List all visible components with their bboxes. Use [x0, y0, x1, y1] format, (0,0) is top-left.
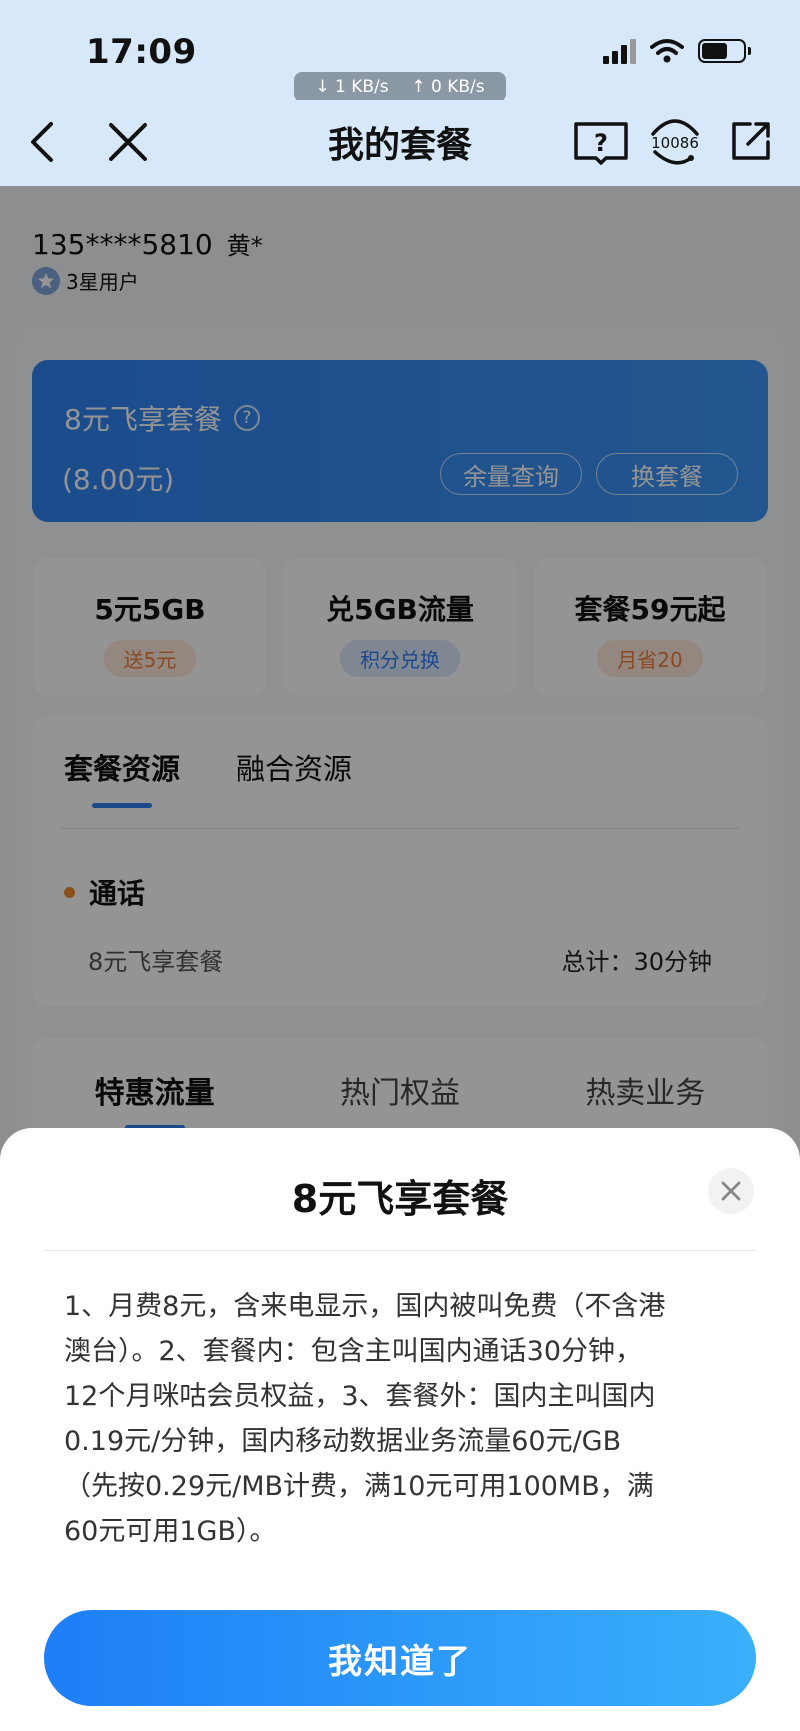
divider	[44, 1250, 756, 1251]
status-icons	[603, 38, 751, 64]
service-number: 10086	[651, 134, 699, 152]
network-speed-indicator: ↓ 1 KB/s ↑ 0 KB/s	[294, 72, 506, 102]
download-speed: ↓ 1 KB/s	[315, 77, 389, 97]
svg-text:?: ?	[594, 129, 608, 157]
help-button[interactable]: ?	[570, 114, 632, 170]
share-button[interactable]	[722, 114, 778, 170]
battery-icon	[698, 39, 751, 63]
share-icon	[732, 122, 770, 160]
wifi-icon	[650, 39, 684, 63]
description-line: 60元可用1GB）。	[64, 1516, 277, 1547]
description-line: 12个月咪咕会员权益，3、套餐外：国内主叫国内	[64, 1381, 656, 1412]
status-time: 17:09	[86, 32, 197, 72]
close-icon	[721, 1181, 741, 1201]
help-book-icon: ?	[574, 122, 628, 165]
plan-detail-sheet: 8元飞享套餐 1、月费8元，含来电显示，国内被叫免费（不含港 澳台）。2、套餐内…	[0, 1128, 800, 1731]
description-line: 澳台）。2、套餐内：包含主叫国内通话30分钟，	[64, 1336, 643, 1367]
nav-bar: 我的套餐 ? 10086	[0, 100, 800, 186]
customer-service-button[interactable]: 10086	[644, 114, 706, 170]
signal-icon	[603, 38, 636, 64]
confirm-button[interactable]: 我知道了	[44, 1610, 756, 1706]
description-line: 0.19元/分钟，国内移动数据业务流量60元/GB	[64, 1426, 622, 1457]
description-line: 1、月费8元，含来电显示，国内被叫免费（不含港	[64, 1291, 666, 1322]
plan-description: 1、月费8元，含来电显示，国内被叫免费（不含港 澳台）。2、套餐内：包含主叫国内…	[64, 1284, 736, 1554]
status-bar: 17:09 ↓ 1 KB/s ↑ 0 KB/s	[0, 0, 800, 102]
sheet-title: 8元飞享套餐	[291, 1177, 509, 1221]
sheet-close-button[interactable]	[708, 1168, 754, 1214]
description-line: （先按0.29元/MB计费，满10元可用100MB，满	[64, 1471, 654, 1502]
customer-service-icon: 10086	[651, 119, 699, 165]
upload-speed: ↑ 0 KB/s	[411, 77, 485, 97]
